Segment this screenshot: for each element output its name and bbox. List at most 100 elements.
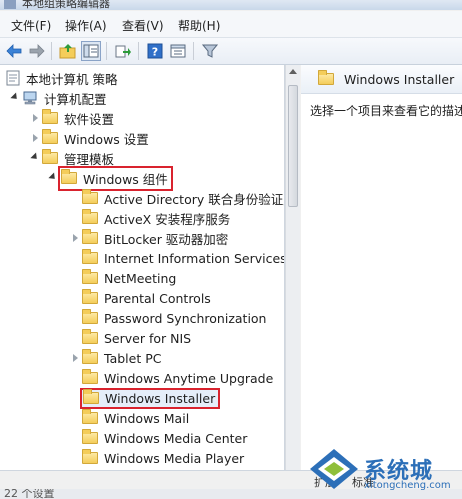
toolbar-separator (106, 42, 107, 60)
folder-icon (82, 309, 98, 324)
folder-icon (82, 349, 98, 364)
filter-icon[interactable] (200, 41, 220, 61)
tree-item-admin-templates[interactable]: 管理模板 (30, 148, 114, 168)
app-icon (4, 0, 16, 9)
folder-up-icon[interactable] (58, 41, 78, 61)
expanded-arrow-icon[interactable] (48, 171, 58, 183)
show-tree-icon[interactable] (81, 41, 101, 61)
tree-pane[interactable]: 本地计算机 策略 计算机配置 软件设置 Windows 设置 管理模板 Wind… (0, 65, 285, 470)
watermark-logo-icon (310, 449, 358, 489)
folder-icon (82, 249, 98, 264)
tree-item-media-player[interactable]: Windows Media Player (70, 448, 244, 468)
collapsed-arrow-icon[interactable] (70, 353, 80, 363)
tree-item-label: ActiveX 安装程序服务 (104, 211, 231, 227)
menu-action[interactable]: 操作(A) (65, 17, 107, 34)
highlight-box: Windows Installer (79, 387, 221, 409)
expanded-arrow-icon[interactable] (10, 91, 20, 103)
menu-file[interactable]: 文件(F) (11, 17, 51, 34)
watermark-url: xitongcheng.com (364, 480, 451, 491)
details-pane: Windows Installer 选择一个项目来查看它的描述。 (301, 65, 462, 470)
computer-icon (22, 91, 38, 105)
tree-item-password-sync[interactable]: Password Synchronization (70, 308, 266, 328)
folder-icon (82, 269, 98, 284)
folder-icon (82, 189, 98, 204)
tree-item-adfs[interactable]: Active Directory 联合身份验证服 (70, 188, 285, 208)
menu-view[interactable]: 查看(V) (122, 17, 164, 34)
tree-item-label: Server for NIS (104, 330, 192, 346)
folder-icon (82, 229, 98, 244)
tree-item-label: Windows Media Center (104, 430, 248, 446)
collapsed-arrow-icon[interactable] (30, 113, 40, 123)
properties-icon[interactable] (168, 41, 188, 61)
back-arrow-icon[interactable] (4, 41, 24, 61)
expanded-arrow-icon[interactable] (30, 151, 40, 163)
tree-item-bitlocker[interactable]: BitLocker 驱动器加密 (70, 228, 228, 248)
tree-item-media-center[interactable]: Windows Media Center (70, 428, 247, 448)
folder-icon (82, 449, 98, 464)
scroll-up-arrow-icon[interactable] (289, 69, 297, 74)
folder-icon (83, 389, 99, 404)
tree-item-windows-components[interactable]: Windows 组件 (48, 165, 173, 191)
tree-item-software-settings[interactable]: 软件设置 (30, 108, 114, 128)
tree-item-netmeeting[interactable]: NetMeeting (70, 268, 176, 288)
folder-icon (82, 209, 98, 224)
tree-item-label: Windows 组件 (83, 171, 168, 187)
tree-item-activex-installer[interactable]: ActiveX 安装程序服务 (70, 208, 230, 228)
scrollbar-thumb[interactable] (288, 85, 298, 207)
tree-item-windows-mail[interactable]: Windows Mail (70, 408, 189, 428)
folder-icon (82, 329, 98, 344)
tree-item-label: Windows 设置 (64, 131, 149, 147)
tree-item-label: 本地计算机 策略 (26, 71, 118, 87)
folder-icon (42, 149, 58, 164)
folder-icon (42, 109, 58, 124)
tree-item-label: NetMeeting (104, 270, 177, 286)
tree-item-windows-installer[interactable]: Windows Installer (70, 387, 221, 409)
tree-item-label: Windows Installer (105, 390, 216, 406)
tree-item-label: Tablet PC (104, 350, 162, 366)
export-icon[interactable] (113, 41, 133, 61)
tree-item-label: 计算机配置 (44, 91, 107, 107)
collapsed-arrow-icon[interactable] (70, 233, 80, 243)
folder-icon (318, 70, 334, 85)
tree-item-label: Parental Controls (104, 290, 211, 306)
tree-item-label: Windows Media Player (104, 450, 245, 466)
policy-icon (6, 70, 20, 86)
window-title: 本地组策略编辑器 (22, 0, 110, 10)
help-icon[interactable]: ? (145, 41, 165, 61)
toolbar: ? (0, 38, 462, 65)
highlight-box: Windows 组件 (58, 165, 173, 191)
tree-item-label: Windows Mail (104, 410, 190, 426)
details-header: Windows Installer (301, 65, 462, 94)
details-title: Windows Installer (344, 71, 455, 87)
tree-item-local-policy[interactable]: 本地计算机 策略 (6, 68, 117, 88)
tree-item-label: Windows Anytime Upgrade (104, 370, 274, 386)
folder-icon (61, 169, 77, 184)
toolbar-separator (193, 42, 194, 60)
tree-item-label: Password Synchronization (104, 310, 267, 326)
details-description: 选择一个项目来查看它的描述。 (310, 104, 462, 118)
folder-icon (82, 429, 98, 444)
collapsed-arrow-icon[interactable] (30, 133, 40, 143)
tree-item-label: Active Directory 联合身份验证服 (104, 191, 285, 207)
tree-item-server-for-nis[interactable]: Server for NIS (70, 328, 191, 348)
tree-item-parental-controls[interactable]: Parental Controls (70, 288, 211, 308)
tree-item-label: BitLocker 驱动器加密 (104, 231, 229, 247)
toolbar-separator (51, 42, 52, 60)
tree-item-label: Internet Information Services (104, 250, 285, 266)
tree-scrollbar[interactable] (285, 65, 300, 470)
tree-item-iis[interactable]: Internet Information Services (70, 248, 285, 268)
title-bar: 本地组策略编辑器 (0, 0, 462, 10)
status-text: 22 个设置 (4, 489, 55, 499)
tree-item-anytime-upgrade[interactable]: Windows Anytime Upgrade (70, 368, 273, 388)
svg-text:?: ? (152, 46, 158, 59)
tree-item-tablet-pc[interactable]: Tablet PC (70, 348, 161, 368)
tree-item-label: 管理模板 (64, 151, 115, 167)
watermark: 系统城 xitongcheng.com (308, 447, 458, 495)
menu-bar: 文件(F) 操作(A) 查看(V) 帮助(H) (0, 11, 462, 38)
forward-arrow-icon[interactable] (27, 41, 47, 61)
menu-help[interactable]: 帮助(H) (178, 17, 220, 34)
folder-icon (82, 289, 98, 304)
tree-item-windows-settings[interactable]: Windows 设置 (30, 128, 149, 148)
tree-item-computer-config[interactable]: 计算机配置 (10, 88, 107, 108)
toolbar-separator (138, 42, 139, 60)
